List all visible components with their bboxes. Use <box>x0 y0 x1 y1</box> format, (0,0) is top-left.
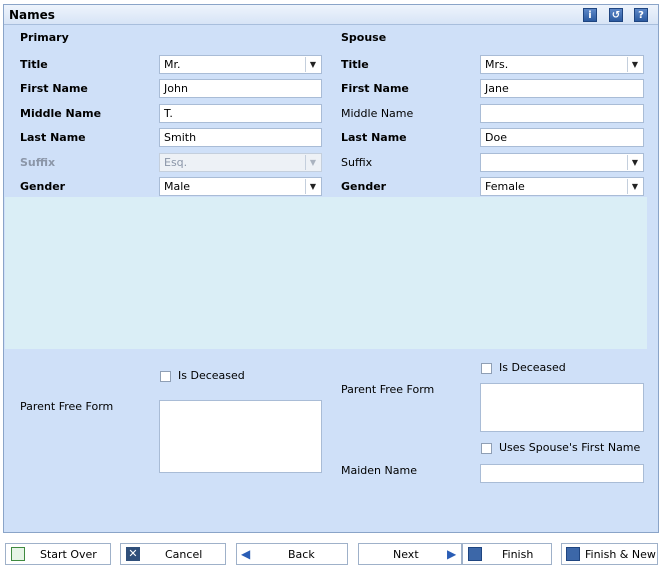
cancel-label: Cancel <box>165 548 203 561</box>
spouse-parent-label: Parent Free Form <box>341 383 435 396</box>
spouse-first-label: First Name <box>341 82 409 95</box>
save-icon <box>468 547 482 561</box>
primary-deceased-checkbox[interactable] <box>160 371 171 382</box>
primary-gender-select[interactable]: Male ▼ <box>159 177 322 196</box>
primary-heading: Primary <box>20 31 69 44</box>
primary-first-label: First Name <box>20 82 88 95</box>
spouse-last-label: Last Name <box>341 131 407 144</box>
info-icon[interactable]: i <box>583 8 597 22</box>
chevron-down-icon[interactable]: ▼ <box>627 155 642 170</box>
finish-and-new-label: Finish & New <box>585 548 656 561</box>
spouse-middle-label: Middle Name <box>341 107 414 120</box>
primary-gender-value: Male <box>164 180 191 193</box>
back-label: Back <box>288 548 315 561</box>
back-button[interactable]: ◀ Back <box>236 543 348 565</box>
panel-titlebar: Names i ↺ ? <box>4 5 658 25</box>
primary-middle-label: Middle Name <box>20 107 102 120</box>
uses-spouse-first-name-label: Uses Spouse's First Name <box>499 441 641 454</box>
start-over-icon <box>11 547 25 561</box>
primary-parent-label: Parent Free Form <box>20 400 114 413</box>
uses-spouse-first-name-checkbox[interactable] <box>481 443 492 454</box>
primary-title-value: Mr. <box>164 58 181 71</box>
finish-and-new-button[interactable]: Finish & New <box>561 543 658 565</box>
spouse-suffix-label: Suffix <box>341 156 373 169</box>
start-over-label: Start Over <box>40 548 97 561</box>
next-arrow-icon: ▶ <box>447 547 457 561</box>
spouse-maiden-label: Maiden Name <box>341 464 417 477</box>
primary-first-name-input[interactable]: John <box>159 79 322 98</box>
primary-title-label: Title <box>20 58 48 71</box>
empty-notes-area <box>5 197 647 349</box>
cancel-button[interactable]: ✕ Cancel <box>120 543 226 565</box>
chevron-down-icon[interactable]: ▼ <box>627 179 642 194</box>
cancel-icon: ✕ <box>126 547 140 561</box>
spouse-middle-name-input[interactable] <box>480 104 644 123</box>
spouse-deceased-checkbox[interactable] <box>481 363 492 374</box>
spouse-title-value: Mrs. <box>485 58 509 71</box>
primary-last-label: Last Name <box>20 131 86 144</box>
primary-deceased-label: Is Deceased <box>178 369 245 382</box>
finish-button[interactable]: Finish <box>462 543 552 565</box>
chevron-down-icon[interactable]: ▼ <box>305 57 320 72</box>
spouse-maiden-name-input[interactable] <box>480 464 644 483</box>
start-over-button[interactable]: Start Over <box>5 543 111 565</box>
spouse-gender-select[interactable]: Female ▼ <box>480 177 644 196</box>
finish-label: Finish <box>502 548 534 561</box>
primary-middle-name-input[interactable]: T. <box>159 104 322 123</box>
save-new-icon <box>566 547 580 561</box>
primary-suffix-label: Suffix <box>20 156 56 169</box>
primary-title-select[interactable]: Mr. ▼ <box>159 55 322 74</box>
spouse-deceased-label: Is Deceased <box>499 361 566 374</box>
chevron-down-icon[interactable]: ▼ <box>305 179 320 194</box>
chevron-down-icon[interactable]: ▼ <box>627 57 642 72</box>
spouse-title-select[interactable]: Mrs. ▼ <box>480 55 644 74</box>
primary-suffix-select: Esq. ▼ <box>159 153 322 172</box>
spouse-first-name-input[interactable]: Jane <box>480 79 644 98</box>
panel-title: Names <box>9 8 55 22</box>
next-label: Next <box>393 548 419 561</box>
next-button[interactable]: Next ▶ <box>358 543 462 565</box>
primary-suffix-value: Esq. <box>164 156 188 169</box>
undo-icon[interactable]: ↺ <box>609 8 623 22</box>
chevron-down-icon: ▼ <box>305 155 320 170</box>
back-arrow-icon: ◀ <box>241 547 251 561</box>
spouse-heading: Spouse <box>341 31 387 44</box>
primary-parent-free-form-textarea[interactable] <box>159 400 322 473</box>
primary-last-name-input[interactable]: Smith <box>159 128 322 147</box>
primary-gender-label: Gender <box>20 180 66 193</box>
spouse-title-label: Title <box>341 58 369 71</box>
spouse-gender-label: Gender <box>341 180 387 193</box>
spouse-last-name-input[interactable]: Doe <box>480 128 644 147</box>
spouse-parent-free-form-textarea[interactable] <box>480 383 644 432</box>
help-icon[interactable]: ? <box>634 8 648 22</box>
spouse-gender-value: Female <box>485 180 525 193</box>
spouse-suffix-select[interactable]: ▼ <box>480 153 644 172</box>
